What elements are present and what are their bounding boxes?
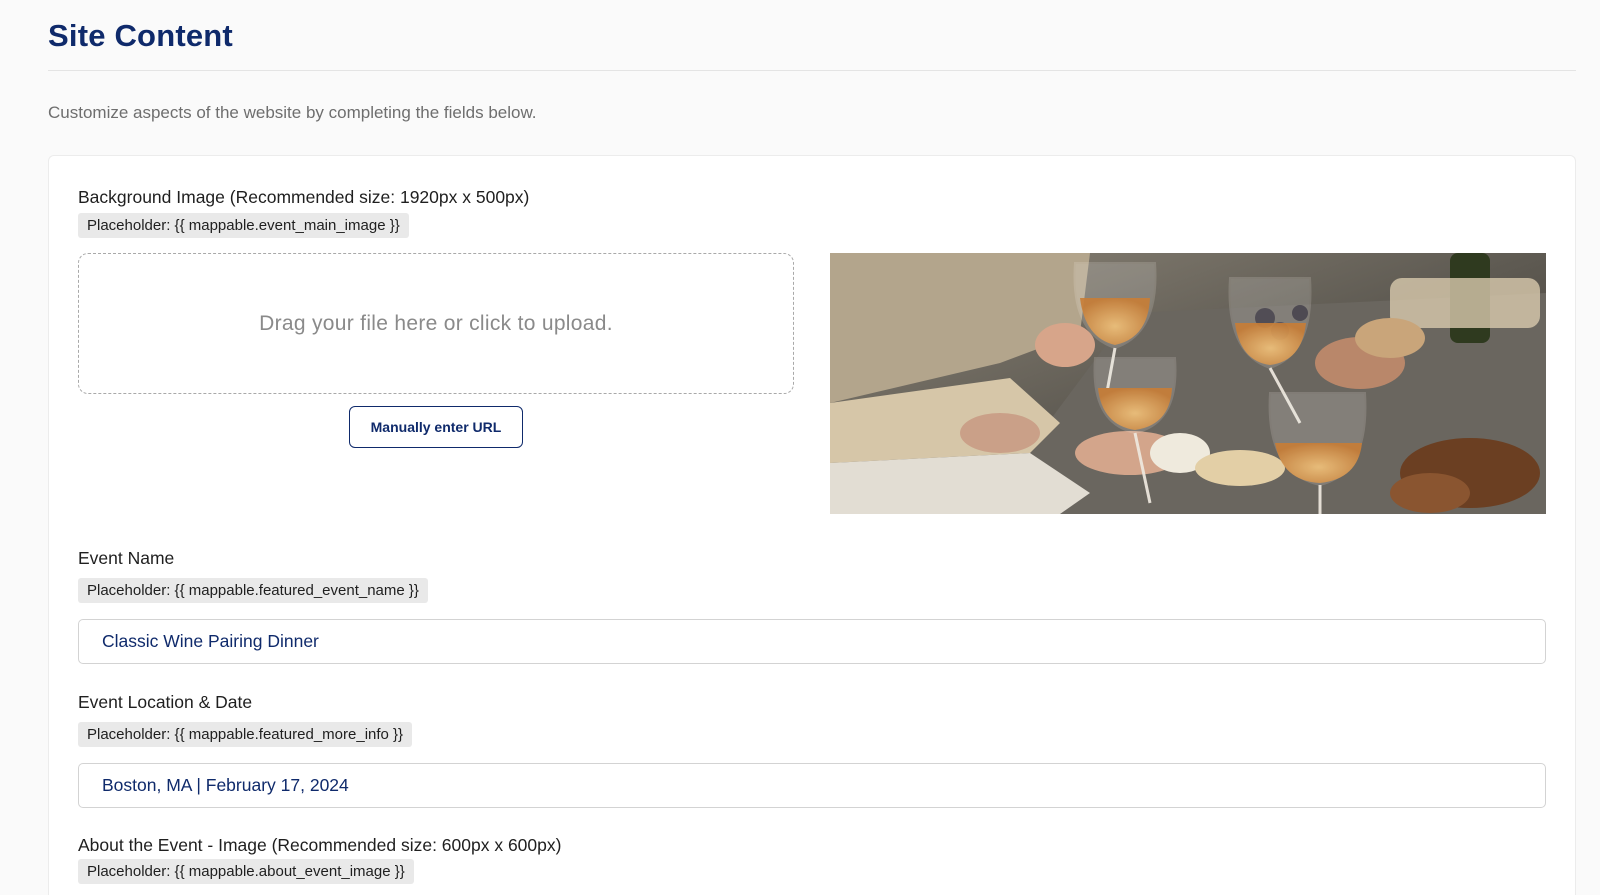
event-name-label: Event Name — [78, 548, 175, 568]
background-image-preview — [830, 253, 1546, 514]
about-event-image-placeholder-chip: Placeholder: {{ mappable.about_event_ima… — [78, 859, 414, 884]
background-image-placeholder-chip: Placeholder: {{ mappable.event_main_imag… — [78, 213, 409, 238]
wine-glasses-photo-icon — [830, 253, 1546, 514]
manually-enter-url-button[interactable]: Manually enter URL — [349, 406, 523, 448]
dropzone-text: Drag your file here or click to upload. — [259, 311, 613, 335]
event-name-placeholder-chip: Placeholder: {{ mappable.featured_event_… — [78, 578, 428, 603]
event-location-date-label: Event Location & Date — [78, 692, 253, 712]
background-image-dropzone[interactable]: Drag your file here or click to upload. — [78, 253, 794, 394]
background-image-label: Background Image (Recommended size: 1920… — [78, 187, 530, 207]
event-location-date-placeholder-chip: Placeholder: {{ mappable.featured_more_i… — [78, 722, 413, 747]
site-content-page: Site Content Customize aspects of the we… — [0, 0, 1600, 895]
event-name-input[interactable] — [78, 619, 1546, 664]
page-title: Site Content — [48, 18, 233, 53]
about-event-image-label: About the Event - Image (Recommended siz… — [78, 835, 562, 855]
event-location-date-input[interactable] — [78, 763, 1546, 808]
page-intro: Customize aspects of the website by comp… — [48, 103, 537, 122]
title-divider — [48, 70, 1576, 71]
